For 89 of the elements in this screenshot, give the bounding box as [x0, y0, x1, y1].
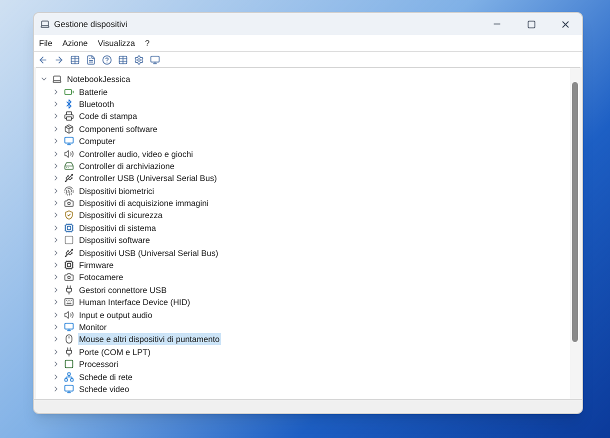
expand-chevron-icon[interactable]: [52, 211, 60, 220]
menu-item[interactable]: Azione: [62, 36, 88, 50]
printer-icon: [64, 111, 74, 122]
tree-item[interactable]: Dispositivi di sistema: [78, 222, 157, 234]
speaker-icon: [64, 310, 74, 320]
expand-chevron-icon[interactable]: [52, 286, 60, 294]
monitor-icon: [64, 384, 74, 394]
battery-icon: [64, 86, 74, 97]
usb-icon: [64, 248, 74, 258]
monitor-icon: [64, 322, 74, 332]
expand-chevron-icon[interactable]: [52, 298, 60, 306]
camera-icon: [64, 272, 74, 282]
expand-chevron-icon[interactable]: [52, 323, 60, 331]
tree-item[interactable]: Fotocamere: [78, 271, 124, 284]
tree-item[interactable]: Code di stampa: [78, 110, 138, 122]
tree-item[interactable]: Dispositivi software: [78, 234, 152, 246]
app-icon: [40, 19, 50, 29]
expand-chevron-icon[interactable]: [52, 360, 60, 368]
expand-chevron-icon[interactable]: [52, 162, 60, 170]
speaker-icon: [64, 148, 74, 159]
expand-chevron-icon[interactable]: [52, 100, 60, 108]
shield-icon: [64, 210, 74, 220]
window-title: Gestione dispositivi: [54, 18, 128, 30]
tree-item[interactable]: Dispositivi USB (Universal Serial Bus): [78, 246, 220, 259]
menu-item[interactable]: File: [39, 36, 52, 50]
document-icon[interactable]: [86, 54, 96, 64]
expand-chevron-icon[interactable]: [52, 199, 60, 208]
keyboard-icon: [64, 297, 74, 308]
expand-chevron-icon[interactable]: [52, 348, 60, 356]
menu-item[interactable]: ?: [144, 36, 150, 50]
expand-chevron-icon[interactable]: [52, 137, 60, 146]
monitor-icon[interactable]: [150, 54, 160, 64]
expand-chevron-icon[interactable]: [52, 310, 60, 319]
expand-chevron-icon[interactable]: [52, 224, 60, 232]
gear-icon[interactable]: [134, 54, 144, 64]
package-icon: [64, 124, 74, 134]
tree-item[interactable]: Porte (COM e LPT): [78, 346, 152, 358]
drive-icon: [64, 160, 74, 171]
close-icon: [560, 18, 570, 30]
expand-chevron-icon[interactable]: [52, 335, 60, 344]
expand-chevron-icon[interactable]: [52, 150, 60, 158]
tree-item[interactable]: Schede di rete: [78, 370, 134, 383]
expand-chevron-icon[interactable]: [52, 248, 60, 257]
scrollbar[interactable]: [570, 68, 580, 399]
menu-item[interactable]: Visualizza: [98, 36, 135, 50]
expand-chevron-icon[interactable]: [52, 186, 60, 195]
tree-item[interactable]: Human Interface Device (HID): [78, 296, 192, 308]
tree-item[interactable]: Controller di archiviazione: [78, 160, 176, 172]
tree-item[interactable]: Schede video: [78, 382, 130, 395]
mouse-icon: [64, 334, 74, 344]
tree-item[interactable]: Gestori connettore USB: [78, 284, 168, 296]
tree-item[interactable]: Firmware: [78, 259, 115, 272]
tree-item[interactable]: Mouse e altri dispositivi di puntamento: [78, 333, 221, 346]
tree-item[interactable]: Dispositivi di acquisizione immagini: [78, 197, 210, 210]
expand-chevron-icon[interactable]: [52, 112, 60, 120]
monitor-icon: [64, 136, 74, 146]
tree-item[interactable]: Batterie: [78, 86, 109, 98]
help-icon[interactable]: [102, 54, 112, 64]
usb-icon: [64, 173, 74, 184]
plug-icon: [64, 346, 74, 357]
expand-chevron-icon[interactable]: [52, 174, 60, 182]
forward-arrow-icon[interactable]: [54, 54, 64, 64]
fingerprint-icon: [64, 186, 74, 196]
grid-icon[interactable]: [118, 54, 128, 64]
tree-item[interactable]: Bluetooth: [78, 98, 116, 110]
tree-item[interactable]: Input e output audio: [78, 308, 154, 321]
tree-item[interactable]: Componenti software: [78, 122, 158, 135]
back-arrow-icon[interactable]: [38, 54, 48, 64]
network-icon: [64, 372, 74, 382]
tree-item[interactable]: Controller audio, video e giochi: [78, 148, 194, 160]
expand-chevron-icon[interactable]: [52, 124, 60, 133]
expand-chevron-icon[interactable]: [52, 273, 60, 282]
expand-chevron-icon[interactable]: [52, 236, 60, 244]
tree-item[interactable]: Dispositivi di sicurezza: [78, 209, 164, 222]
expand-chevron-icon[interactable]: [52, 261, 60, 270]
bluetooth-icon: [64, 98, 74, 109]
plug-icon: [64, 284, 74, 295]
tree-item[interactable]: Computer: [78, 135, 116, 148]
tree-item[interactable]: Processori: [78, 358, 120, 370]
tree-item[interactable]: Controller USB (Universal Serial Bus): [78, 172, 218, 184]
expand-chevron-icon[interactable]: [52, 372, 60, 381]
expand-chevron-icon[interactable]: [52, 384, 60, 393]
tree-item[interactable]: NotebookJessica: [66, 73, 132, 86]
tree-item[interactable]: Monitor: [78, 321, 108, 333]
computer-icon: [52, 74, 62, 84]
tree-item[interactable]: Dispositivi biometrici: [78, 184, 156, 197]
camera-icon: [64, 198, 74, 208]
expand-chevron-icon[interactable]: [52, 88, 60, 96]
maximize-icon: [526, 20, 536, 28]
